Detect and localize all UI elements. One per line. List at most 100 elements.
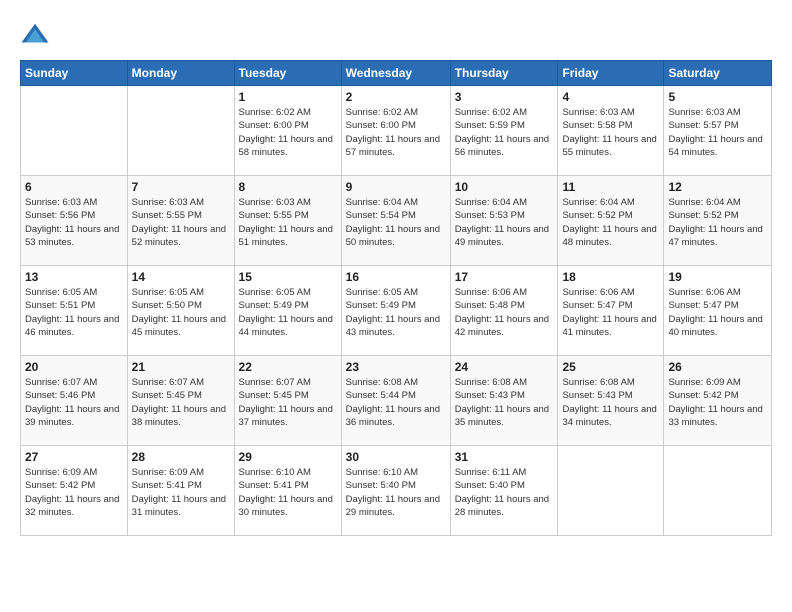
calendar-cell: 15Sunrise: 6:05 AM Sunset: 5:49 PM Dayli… [234,266,341,356]
day-number: 19 [668,270,767,284]
day-number: 12 [668,180,767,194]
logo [20,20,54,50]
day-info: Sunrise: 6:11 AM Sunset: 5:40 PM Dayligh… [455,466,554,519]
header-cell-sunday: Sunday [21,61,128,86]
calendar-cell: 16 Sunrise: 6:05 AM Sunset: 5:49 PM Dayli… [341,266,450,356]
day-number: 1 [239,90,337,104]
calendar-cell [21,86,128,176]
day-info: Sunrise: 6:03 AM Sunset: 5:56 PM Dayligh… [25,196,123,249]
calendar-cell: 2Sunrise: 6:02 AM Sunset: 6:00 PM Daylig… [341,86,450,176]
day-info: Sunrise: 6:03 AM Sunset: 5:55 PM Dayligh… [132,196,230,249]
calendar-cell: 24Sunrise: 6:08 AM Sunset: 5:43 PM Dayli… [450,356,558,446]
calendar-header: SundayMondayTuesdayWednesdayThursdayFrid… [21,61,772,86]
calendar-cell: 13 Sunrise: 6:05 AM Sunset: 5:51 PM Dayli… [21,266,128,356]
day-number: 16 [346,270,446,284]
day-info: Sunrise: 6:06 AM Sunset: 5:48 PM Dayligh… [455,286,554,339]
day-number: 26 [668,360,767,374]
calendar-cell: 30 Sunrise: 6:10 AM Sunset: 5:40 PM Dayli… [341,446,450,536]
calendar-cell [127,86,234,176]
day-info: Sunrise: 6:03 AM Sunset: 5:58 PM Dayligh… [562,106,659,159]
header-cell-friday: Friday [558,61,664,86]
day-number: 11 [562,180,659,194]
calendar-cell: 3 Sunrise: 6:02 AM Sunset: 5:59 PM Daylig… [450,86,558,176]
calendar-cell: 8 Sunrise: 6:03 AM Sunset: 5:55 PM Daylig… [234,176,341,266]
calendar-cell: 27Sunrise: 6:09 AM Sunset: 5:42 PM Dayli… [21,446,128,536]
calendar-cell: 21 Sunrise: 6:07 AM Sunset: 5:45 PM Dayli… [127,356,234,446]
day-number: 5 [668,90,767,104]
day-number: 15 [239,270,337,284]
calendar-cell: 20Sunrise: 6:07 AM Sunset: 5:46 PM Dayli… [21,356,128,446]
day-info: Sunrise: 6:10 AM Sunset: 5:40 PM Dayligh… [346,466,446,519]
day-info: Sunrise: 6:03 AM Sunset: 5:55 PM Dayligh… [239,196,337,249]
calendar-cell: 14 Sunrise: 6:05 AM Sunset: 5:50 PM Dayli… [127,266,234,356]
day-info: Sunrise: 6:04 AM Sunset: 5:52 PM Dayligh… [562,196,659,249]
day-info: Sunrise: 6:06 AM Sunset: 5:47 PM Dayligh… [562,286,659,339]
calendar-cell: 19Sunrise: 6:06 AM Sunset: 5:47 PM Dayli… [664,266,772,356]
day-info: Sunrise: 6:04 AM Sunset: 5:53 PM Dayligh… [455,196,554,249]
day-number: 6 [25,180,123,194]
day-number: 7 [132,180,230,194]
week-row-5: 27Sunrise: 6:09 AM Sunset: 5:42 PM Dayli… [21,446,772,536]
calendar-cell: 31 Sunrise: 6:11 AM Sunset: 5:40 PM Dayli… [450,446,558,536]
header-cell-thursday: Thursday [450,61,558,86]
day-number: 23 [346,360,446,374]
calendar-cell: 9Sunrise: 6:04 AM Sunset: 5:54 PM Daylig… [341,176,450,266]
day-number: 13 [25,270,123,284]
calendar-cell: 17Sunrise: 6:06 AM Sunset: 5:48 PM Dayli… [450,266,558,356]
day-info: Sunrise: 6:09 AM Sunset: 5:42 PM Dayligh… [668,376,767,429]
logo-icon [20,20,50,50]
day-info: Sunrise: 6:05 AM Sunset: 5:51 PM Dayligh… [25,286,123,339]
day-number: 2 [346,90,446,104]
calendar-cell [664,446,772,536]
week-row-1: 1 Sunrise: 6:02 AM Sunset: 6:00 PM Daylig… [21,86,772,176]
day-info: Sunrise: 6:05 AM Sunset: 5:49 PM Dayligh… [346,286,446,339]
day-info: Sunrise: 6:02 AM Sunset: 6:00 PM Dayligh… [239,106,337,159]
day-number: 31 [455,450,554,464]
page-header [20,20,772,50]
day-info: Sunrise: 6:04 AM Sunset: 5:52 PM Dayligh… [668,196,767,249]
day-info: Sunrise: 6:07 AM Sunset: 5:45 PM Dayligh… [239,376,337,429]
calendar-cell: 4 Sunrise: 6:03 AM Sunset: 5:58 PM Daylig… [558,86,664,176]
calendar-cell: 18 Sunrise: 6:06 AM Sunset: 5:47 PM Dayli… [558,266,664,356]
header-cell-wednesday: Wednesday [341,61,450,86]
day-number: 30 [346,450,446,464]
day-number: 14 [132,270,230,284]
calendar-table: SundayMondayTuesdayWednesdayThursdayFrid… [20,60,772,536]
day-number: 9 [346,180,446,194]
day-info: Sunrise: 6:09 AM Sunset: 5:41 PM Dayligh… [132,466,230,519]
day-number: 18 [562,270,659,284]
calendar-cell: 12 Sunrise: 6:04 AM Sunset: 5:52 PM Dayli… [664,176,772,266]
calendar-body: 1 Sunrise: 6:02 AM Sunset: 6:00 PM Daylig… [21,86,772,536]
day-number: 27 [25,450,123,464]
calendar-cell [558,446,664,536]
calendar-cell: 22 Sunrise: 6:07 AM Sunset: 5:45 PM Dayli… [234,356,341,446]
calendar-cell: 29 Sunrise: 6:10 AM Sunset: 5:41 PM Dayli… [234,446,341,536]
day-info: Sunrise: 6:02 AM Sunset: 5:59 PM Dayligh… [455,106,554,159]
calendar-cell: 7 Sunrise: 6:03 AM Sunset: 5:55 PM Daylig… [127,176,234,266]
day-number: 4 [562,90,659,104]
day-number: 25 [562,360,659,374]
calendar-cell: 1 Sunrise: 6:02 AM Sunset: 6:00 PM Daylig… [234,86,341,176]
day-number: 3 [455,90,554,104]
calendar-cell: 6 Sunrise: 6:03 AM Sunset: 5:56 PM Daylig… [21,176,128,266]
header-cell-saturday: Saturday [664,61,772,86]
header-row: SundayMondayTuesdayWednesdayThursdayFrid… [21,61,772,86]
calendar-cell: 28 Sunrise: 6:09 AM Sunset: 5:41 PM Dayli… [127,446,234,536]
calendar-cell: 11 Sunrise: 6:04 AM Sunset: 5:52 PM Dayli… [558,176,664,266]
day-number: 22 [239,360,337,374]
week-row-2: 6 Sunrise: 6:03 AM Sunset: 5:56 PM Daylig… [21,176,772,266]
day-number: 28 [132,450,230,464]
day-number: 21 [132,360,230,374]
calendar-cell: 10 Sunrise: 6:04 AM Sunset: 5:53 PM Dayli… [450,176,558,266]
day-number: 8 [239,180,337,194]
day-info: Sunrise: 6:03 AM Sunset: 5:57 PM Dayligh… [668,106,767,159]
day-info: Sunrise: 6:05 AM Sunset: 5:50 PM Dayligh… [132,286,230,339]
calendar-cell: 25 Sunrise: 6:08 AM Sunset: 5:43 PM Dayli… [558,356,664,446]
day-info: Sunrise: 6:10 AM Sunset: 5:41 PM Dayligh… [239,466,337,519]
day-number: 10 [455,180,554,194]
calendar-cell: 23 Sunrise: 6:08 AM Sunset: 5:44 PM Dayli… [341,356,450,446]
day-info: Sunrise: 6:07 AM Sunset: 5:45 PM Dayligh… [132,376,230,429]
day-info: Sunrise: 6:08 AM Sunset: 5:44 PM Dayligh… [346,376,446,429]
day-number: 29 [239,450,337,464]
day-info: Sunrise: 6:08 AM Sunset: 5:43 PM Dayligh… [562,376,659,429]
